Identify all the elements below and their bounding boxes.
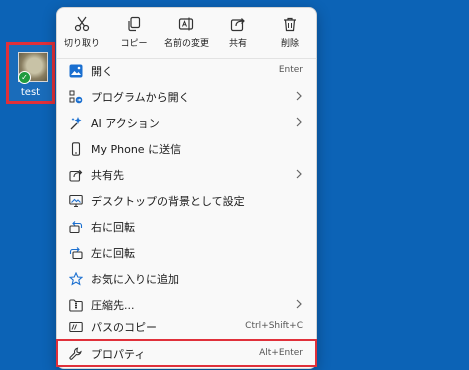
menu-item-label: デスクトップの背景として設定 [91, 195, 245, 208]
zip-folder-icon [69, 299, 83, 312]
menu-item-set-desktop-background[interactable]: デスクトップの背景として設定 [61, 189, 313, 213]
share-icon [230, 18, 245, 32]
menu-item-label: 圧縮先... [91, 299, 135, 312]
shortcut-text: Ctrl+Shift+C [245, 321, 303, 331]
cut-button[interactable]: 切り取り [60, 13, 104, 53]
delete-button[interactable]: 削除 [268, 13, 312, 53]
menu-item-label: 開く [91, 65, 113, 78]
file-label: test [20, 87, 41, 98]
separator [57, 340, 316, 341]
copy-label: コピー [120, 39, 148, 49]
shortcut-text: Enter [278, 65, 303, 75]
menu-item-open[interactable]: 開く Enter [61, 59, 313, 83]
menu-item-label: 共有先 [91, 169, 124, 182]
image-open-icon [69, 64, 83, 78]
menu-item-copy-path[interactable]: パスのコピー Ctrl+Shift+C [61, 315, 313, 339]
context-menu-toolbar: 切り取り コピー 名前の変更 共有 削除 [57, 8, 316, 58]
copy-path-icon [69, 321, 83, 333]
menu-item-label: プロパティ [91, 348, 146, 361]
ai-sparkle-icon [70, 117, 82, 130]
cut-label: 切り取り [63, 39, 100, 49]
menu-item-label: My Phone に送信 [91, 143, 182, 156]
menu-item-properties[interactable]: プロパティ Alt+Enter [61, 342, 313, 366]
copy-icon [128, 16, 141, 32]
menu-item-label: 右に回転 [91, 221, 135, 234]
delete-label: 削除 [280, 39, 299, 49]
copy-button[interactable]: コピー [112, 13, 156, 53]
chevron-right-icon [296, 91, 302, 101]
chevron-right-icon [296, 299, 302, 309]
menu-item-label: プログラムから開く [91, 91, 190, 104]
menu-item-rotate-left[interactable]: 左に回転 [61, 241, 313, 265]
rotate-left-icon [69, 247, 83, 260]
menu-item-label: AI アクション [91, 117, 160, 130]
rename-label: 名前の変更 [164, 39, 210, 49]
phone-icon [71, 142, 81, 156]
open-with-icon [69, 90, 83, 104]
wrench-icon [69, 347, 82, 360]
star-icon [69, 272, 83, 286]
share-button[interactable]: 共有 [216, 13, 260, 53]
menu-item-label: パスのコピー [91, 321, 157, 334]
menu-item-share-to[interactable]: 共有先 [61, 163, 313, 187]
share-to-icon [69, 169, 83, 182]
menu-item-ai-actions[interactable]: AI アクション [61, 111, 313, 135]
trash-icon [284, 17, 296, 32]
shortcut-text: Alt+Enter [259, 348, 303, 358]
menu-item-compress-to[interactable]: 圧縮先... [61, 293, 313, 317]
menu-item-rotate-right[interactable]: 右に回転 [61, 215, 313, 239]
desktop-file-test[interactable]: ✓ test [6, 42, 55, 104]
menu-item-send-to-phone[interactable]: My Phone に送信 [61, 137, 313, 161]
desktop-background-icon [69, 194, 83, 208]
share-label: 共有 [228, 39, 247, 49]
sync-check-icon: ✓ [18, 71, 31, 84]
context-menu: 切り取り コピー 名前の変更 共有 削除 開く Enter プログラムから開く … [56, 7, 317, 369]
menu-item-add-to-favorites[interactable]: お気に入りに追加 [61, 267, 313, 291]
scissors-icon [74, 16, 90, 32]
menu-item-open-with[interactable]: プログラムから開く [61, 85, 313, 109]
rename-icon [178, 17, 194, 31]
chevron-right-icon [296, 169, 302, 179]
chevron-right-icon [296, 117, 302, 127]
rotate-right-icon [69, 221, 83, 234]
menu-item-label: お気に入りに追加 [91, 273, 179, 286]
menu-item-label: 左に回転 [91, 247, 135, 260]
rename-button[interactable]: 名前の変更 [164, 13, 210, 53]
